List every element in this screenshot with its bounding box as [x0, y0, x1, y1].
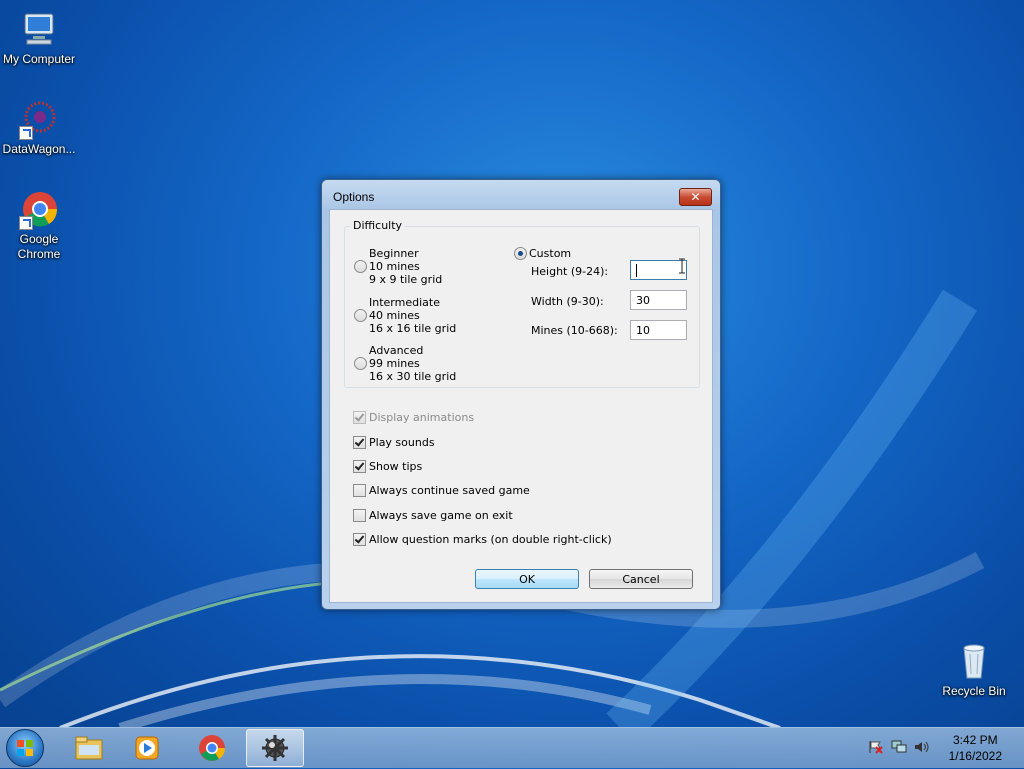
taskbar-chrome[interactable]: [183, 729, 241, 767]
clock-time: 3:42 PM: [952, 733, 998, 747]
beginner-mines: 10 mines: [369, 260, 420, 273]
radio-intermediate[interactable]: [354, 309, 367, 322]
taskbar-media-player[interactable]: [118, 729, 176, 767]
shortcut-arrow-icon: [19, 126, 33, 140]
desktop-icon-google-chrome[interactable]: Google Chrome: [0, 190, 78, 262]
checkbox-play-sounds[interactable]: [353, 436, 366, 449]
close-button[interactable]: ✕: [679, 188, 712, 206]
options-dialog: Options ✕ Difficulty Beginner 10 mines 9…: [321, 179, 721, 610]
width-label: Width (9-30):: [531, 295, 604, 308]
checkbox-show-tips[interactable]: [353, 460, 366, 473]
taskbar-minesweeper[interactable]: [246, 729, 304, 767]
text-cursor-icon: [679, 258, 685, 274]
mines-label: Mines (10-668):: [531, 324, 618, 337]
desktop-icon-my-computer[interactable]: My Computer: [0, 10, 78, 67]
intermediate-label: Intermediate: [369, 296, 440, 309]
windows-logo-icon: [17, 740, 33, 756]
desktop-icon-datawagon[interactable]: DataWagon...: [0, 100, 78, 157]
folder-icon: [75, 736, 103, 760]
start-button[interactable]: [6, 729, 44, 767]
allow-question-marks-label: Allow question marks (on double right-cl…: [369, 533, 612, 546]
advanced-label: Advanced: [369, 344, 424, 357]
shortcut-arrow-icon: [19, 216, 33, 230]
display-animations-label: Display animations: [369, 411, 475, 424]
datawagon-icon: [19, 100, 59, 140]
desktop-icon-recycle-bin[interactable]: Recycle Bin: [935, 642, 1013, 699]
intermediate-grid: 16 x 16 tile grid: [369, 322, 457, 335]
checkbox-display-animations[interactable]: [353, 411, 366, 424]
custom-label: Custom: [529, 247, 572, 260]
system-clock[interactable]: 3:42 PM 1/16/2022: [949, 732, 1002, 764]
minesweeper-gear-icon: [262, 735, 288, 761]
desktop-icon-label: Google Chrome: [17, 232, 61, 261]
checkbox-always-continue[interactable]: [353, 484, 366, 497]
media-player-icon: [135, 736, 159, 760]
volume-icon[interactable]: [914, 740, 930, 754]
checkbox-allow-question-marks[interactable]: [353, 533, 366, 546]
desktop-icon-label: My Computer: [2, 52, 76, 66]
checkbox-always-save[interactable]: [353, 509, 366, 522]
play-sounds-label: Play sounds: [369, 436, 435, 449]
ok-button[interactable]: OK: [475, 569, 579, 589]
close-icon: ✕: [690, 190, 701, 204]
recycle-bin-icon: [954, 642, 994, 682]
always-save-label: Always save game on exit: [369, 509, 513, 522]
chrome-icon: [199, 735, 226, 761]
always-continue-label: Always continue saved game: [369, 484, 530, 497]
beginner-grid: 9 x 9 tile grid: [369, 273, 443, 286]
radio-custom[interactable]: [514, 247, 527, 260]
advanced-grid: 16 x 30 tile grid: [369, 370, 457, 383]
network-icon[interactable]: [891, 740, 907, 754]
height-label: Height (9-24):: [531, 265, 609, 278]
computer-icon: [19, 10, 59, 50]
show-tips-label: Show tips: [369, 460, 423, 473]
difficulty-legend: Difficulty: [350, 219, 406, 232]
dialog-body: Difficulty Beginner 10 mines 9 x 9 tile …: [329, 209, 713, 603]
chrome-icon: [19, 190, 59, 230]
dialog-title: Options: [333, 190, 375, 204]
desktop-icon-label: DataWagon...: [2, 142, 76, 156]
beginner-label: Beginner: [369, 247, 419, 260]
cancel-button[interactable]: Cancel: [589, 569, 693, 589]
radio-advanced[interactable]: [354, 357, 367, 370]
mines-input[interactable]: 10: [630, 320, 687, 340]
action-center-flag-icon[interactable]: [868, 740, 884, 754]
text-caret: [636, 264, 637, 277]
radio-beginner[interactable]: [354, 260, 367, 273]
taskbar: 3:42 PM 1/16/2022: [0, 727, 1024, 768]
clock-date: 1/16/2022: [948, 749, 1002, 763]
desktop-icon-label: Recycle Bin: [942, 684, 1006, 698]
width-input[interactable]: 30: [630, 290, 687, 310]
advanced-mines: 99 mines: [369, 357, 420, 370]
intermediate-mines: 40 mines: [369, 309, 420, 322]
taskbar-explorer[interactable]: [60, 729, 118, 767]
